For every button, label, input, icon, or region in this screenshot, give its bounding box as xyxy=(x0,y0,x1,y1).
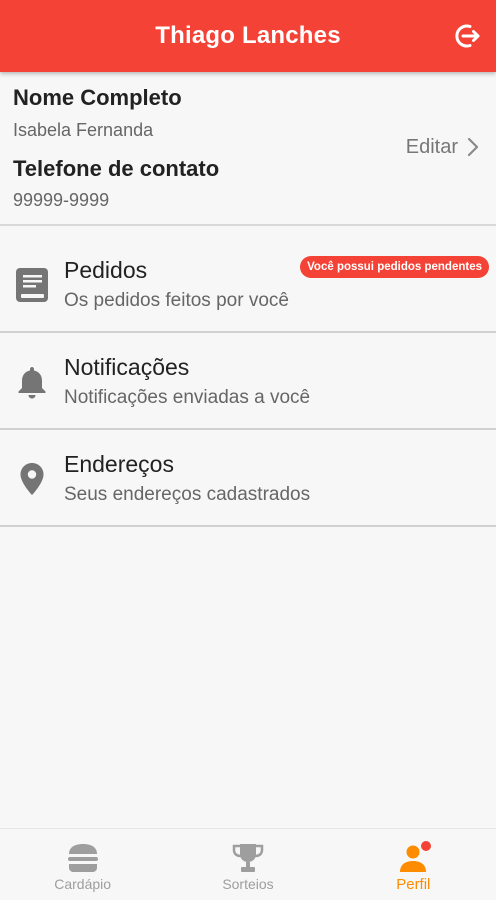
app-title: Thiago Lanches xyxy=(155,22,341,49)
nav-label-perfil: Perfil xyxy=(396,876,431,893)
nav-item-perfil[interactable]: Perfil xyxy=(331,829,496,900)
nav-label-cardapio: Cardápio xyxy=(54,876,112,892)
burger-icon xyxy=(67,844,98,872)
menu-item-notificacoes[interactable]: Notificações Notificações enviadas a voc… xyxy=(0,333,496,430)
app-bar: Thiago Lanches xyxy=(0,0,496,72)
bottom-navigation: Cardápio Sorteios Perfil xyxy=(0,828,496,900)
name-value: Isabela Fernanda xyxy=(13,120,154,140)
phone-value: 99999-9999 xyxy=(13,190,110,210)
logout-icon[interactable] xyxy=(454,22,482,50)
phone-label: Telefone de contato xyxy=(13,156,220,181)
bell-icon xyxy=(18,367,46,399)
menu-subtitle-pedidos: Os pedidos feitos por você xyxy=(64,290,289,311)
profile-section: Nome Completo Isabela Fernanda Telefone … xyxy=(0,72,496,226)
nav-item-sorteios[interactable]: Sorteios xyxy=(165,829,330,900)
chevron-right-icon xyxy=(467,137,479,157)
name-label: Nome Completo xyxy=(13,85,182,110)
book-icon xyxy=(16,268,48,302)
menu-title-enderecos: Endereços xyxy=(64,451,174,477)
nav-label-sorteios: Sorteios xyxy=(222,876,274,892)
menu-title-notificacoes: Notificações xyxy=(64,354,190,380)
menu-title-pedidos: Pedidos xyxy=(64,257,148,283)
menu-subtitle-notificacoes: Notificações enviadas a você xyxy=(64,387,311,408)
nav-item-cardapio[interactable]: Cardápio xyxy=(0,829,165,900)
menu-item-pedidos[interactable]: Pedidos Os pedidos feitos por você Você … xyxy=(0,236,496,333)
trophy-icon xyxy=(232,844,264,872)
edit-button[interactable]: Editar xyxy=(406,132,480,162)
menu-item-enderecos[interactable]: Endereços Seus endereços cadastrados xyxy=(0,430,496,527)
menu-subtitle-enderecos: Seus endereços cadastrados xyxy=(64,484,311,505)
pending-orders-badge: Você possui pedidos pendentes xyxy=(300,256,489,278)
location-pin-icon xyxy=(20,463,44,495)
edit-label: Editar xyxy=(405,135,458,158)
profile-menu: Pedidos Os pedidos feitos por você Você … xyxy=(0,236,496,527)
